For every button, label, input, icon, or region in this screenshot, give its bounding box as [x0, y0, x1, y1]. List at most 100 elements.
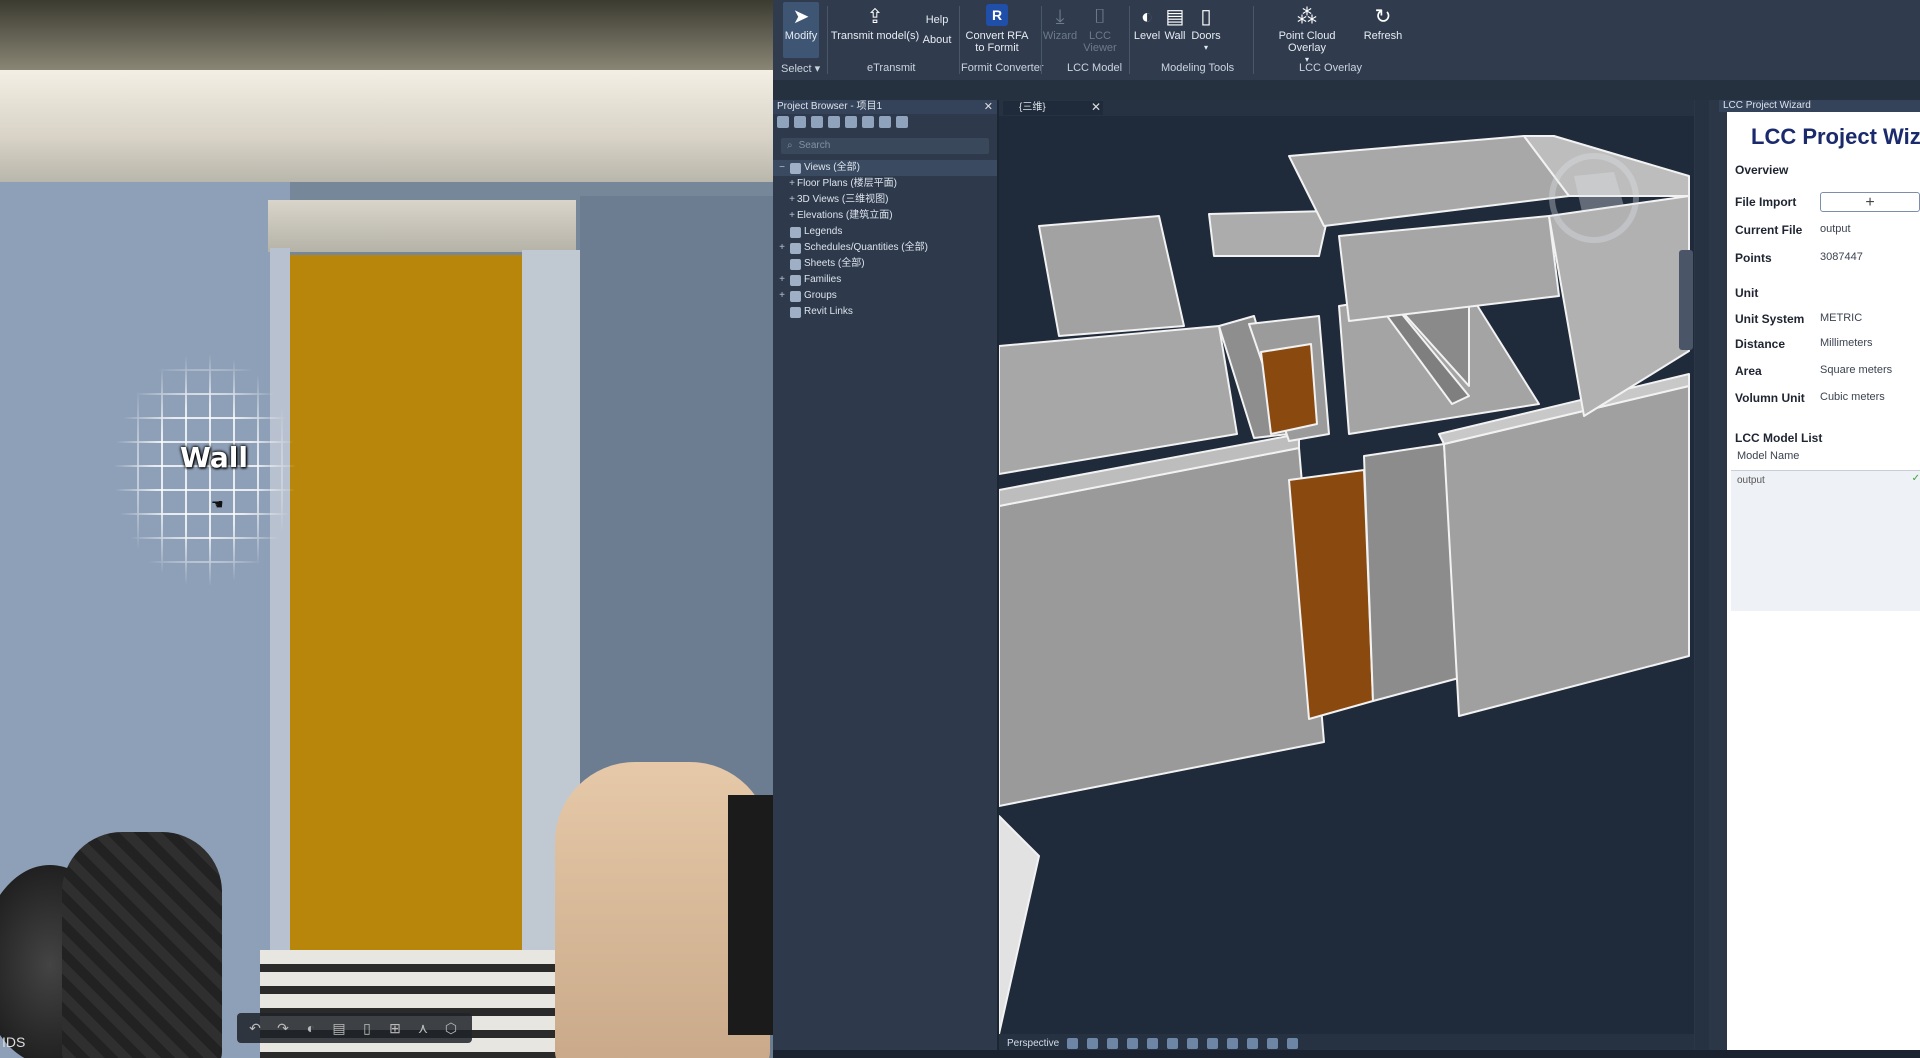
help-label: Help: [925, 14, 949, 26]
crown-moulding: [0, 70, 773, 182]
tree-item[interactable]: + Groups: [773, 288, 997, 304]
tree-item-label: 3D Views (三维视图): [797, 194, 889, 205]
bottom-bar: [773, 1050, 1920, 1058]
tree-item[interactable]: + Schedules/Quantities (全部): [773, 240, 997, 256]
expander-icon[interactable]: +: [787, 208, 797, 224]
3d-icon[interactable]: [794, 116, 806, 128]
viewer-toolbar: ↶ ↷ ◐ ▤ ▯ ⊞ ⋏ ⬡: [237, 1013, 472, 1043]
tree-item[interactable]: +3D Views (三维视图): [773, 192, 997, 208]
help-button[interactable]: Help: [919, 14, 955, 26]
render-icon[interactable]: [1167, 1037, 1179, 1049]
tree-item[interactable]: + Floor Plans (楼层平面): [773, 176, 997, 192]
project-browser-title: Project Browser - 项目1 ✕: [773, 100, 997, 114]
tree-item[interactable]: Legends: [773, 224, 997, 240]
group-icon[interactable]: [879, 116, 891, 128]
expander-icon[interactable]: −: [777, 160, 787, 176]
wall-face: [1338, 215, 1560, 322]
home-icon[interactable]: [777, 116, 789, 128]
tree-item[interactable]: + Elevations (建筑立面): [773, 208, 997, 224]
file-import-button[interactable]: +: [1820, 192, 1920, 212]
schedule-icon[interactable]: [828, 116, 840, 128]
tree-item-label: Sheets (全部): [804, 258, 865, 269]
redo-icon[interactable]: ↷: [271, 1016, 295, 1040]
unit-label: Unit: [1735, 286, 1759, 300]
isolate-icon[interactable]: [1227, 1037, 1239, 1049]
wall-icon[interactable]: ▤: [327, 1016, 351, 1040]
navigation-bar[interactable]: [1679, 250, 1693, 350]
level-button[interactable]: ◐ Level: [1133, 4, 1161, 42]
corner-text: IDS: [2, 1034, 26, 1050]
reveal-icon[interactable]: [1247, 1037, 1259, 1049]
doors-button[interactable]: ▯ Doors ▾: [1189, 4, 1223, 54]
link-icon[interactable]: [896, 116, 908, 128]
lcc-viewer-button[interactable]: ⌷ LCC Viewer: [1075, 4, 1125, 54]
separator: [1041, 6, 1042, 74]
vertical-scrollbar[interactable]: [1695, 100, 1709, 1058]
group-modeling-label: Modeling Tools: [1161, 62, 1235, 74]
tree-item-label: Views (全部): [804, 162, 860, 173]
door-highlight[interactable]: [290, 255, 522, 955]
refresh-button[interactable]: ↻ Refresh: [1363, 4, 1403, 42]
tree-item[interactable]: Sheets (全部): [773, 256, 997, 272]
close-icon[interactable]: ✕: [984, 100, 993, 114]
wall-icon: ▤: [1165, 6, 1185, 28]
door-frame-top: [268, 200, 576, 252]
tree-item[interactable]: Revit Links: [773, 304, 997, 320]
view-tab[interactable]: {三维}: [1003, 101, 1103, 115]
measure-icon[interactable]: ⋏: [411, 1016, 435, 1040]
undo-icon[interactable]: ↶: [243, 1016, 267, 1040]
window-icon[interactable]: ⊞: [383, 1016, 407, 1040]
tree-item[interactable]: − Views (全部): [773, 160, 997, 176]
tree-node-icon: [790, 274, 801, 286]
modify-button[interactable]: ➤ Modify: [781, 4, 821, 42]
ribbon: ➤ Modify Select ▾ ⇪ Transmit model(s) He…: [773, 0, 1920, 80]
box-icon[interactable]: ⬡: [439, 1016, 463, 1040]
door-back: [1260, 343, 1318, 435]
model-list-label: LCC Model List: [1735, 431, 1823, 445]
door-icon[interactable]: ▯: [355, 1016, 379, 1040]
separator: [1129, 6, 1130, 74]
analysis-icon[interactable]: [1287, 1037, 1299, 1049]
visual-style-icon[interactable]: [1107, 1037, 1119, 1049]
wizard-button[interactable]: ⤓ Wizard: [1043, 4, 1077, 42]
unit-system-label: Unit System: [1735, 312, 1805, 326]
model-row[interactable]: output: [1737, 475, 1765, 486]
3d-model-canvas[interactable]: [999, 116, 1694, 1034]
level-icon[interactable]: ◐: [299, 1016, 323, 1040]
project-browser-title-text: Project Browser - 项目1: [777, 101, 883, 112]
family-icon[interactable]: [862, 116, 874, 128]
convert-rfa-button[interactable]: R Convert RFA to Formit: [963, 4, 1031, 54]
expander-icon[interactable]: +: [777, 272, 787, 288]
about-button[interactable]: About: [919, 34, 955, 46]
expander-icon[interactable]: +: [787, 176, 797, 192]
wall-face: [1288, 135, 1570, 227]
wall-button[interactable]: ▤ Wall: [1162, 4, 1188, 42]
hide-icon[interactable]: [1207, 1037, 1219, 1049]
detail-level-icon[interactable]: [1087, 1037, 1099, 1049]
tree-item-label: Elevations (建筑立面): [797, 210, 893, 221]
expander-icon[interactable]: +: [777, 240, 787, 256]
crop-icon[interactable]: [1187, 1037, 1199, 1049]
door-icon: ▯: [1200, 6, 1212, 28]
sun-path-icon[interactable]: [1127, 1037, 1139, 1049]
expander-icon[interactable]: +: [777, 288, 787, 304]
plan-icon[interactable]: [811, 116, 823, 128]
current-file-value: output: [1820, 223, 1851, 235]
point-cloud-viewport[interactable]: Wall ☚ ↶ ↷ ◐ ▤ ▯ ⊞ ⋏ ⬡ IDS: [0, 0, 773, 1058]
search-input[interactable]: ⌕ Search: [781, 138, 989, 154]
tree-item[interactable]: + Families: [773, 272, 997, 288]
view-mode-label[interactable]: Perspective: [999, 1038, 1067, 1049]
sheet-icon[interactable]: [845, 116, 857, 128]
unit-system-value: METRIC: [1820, 312, 1863, 324]
expander-icon[interactable]: +: [787, 192, 797, 208]
point-cloud-overlay-button[interactable]: ⁂ Point Cloud Overlay ▾: [1259, 4, 1355, 66]
close-icon[interactable]: ✕: [1091, 100, 1101, 114]
shadows-icon[interactable]: [1147, 1037, 1159, 1049]
group-select-label[interactable]: Select ▾: [781, 62, 820, 75]
scale-icon[interactable]: [1067, 1037, 1079, 1049]
3d-view[interactable]: {三维} ✕ Perspective: [999, 100, 1694, 1058]
transmit-button[interactable]: ⇪ Transmit model(s): [827, 4, 923, 42]
refresh-label: Refresh: [1363, 30, 1403, 42]
lock-icon[interactable]: [1267, 1037, 1279, 1049]
camera-icon: ⌷: [1094, 6, 1106, 28]
